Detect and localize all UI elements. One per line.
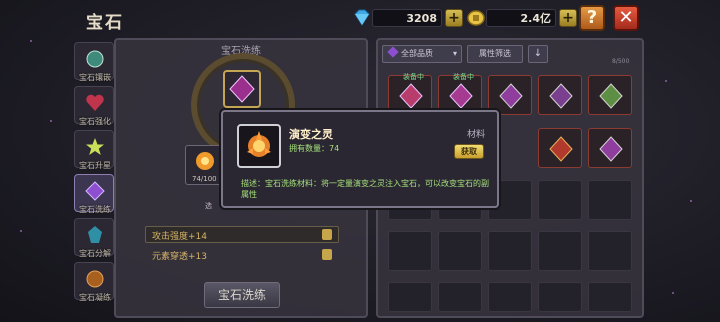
- gem-icon: [599, 83, 623, 109]
- quality-filter-label: 全部品质: [401, 49, 433, 58]
- heart-gem-icon: [84, 92, 106, 114]
- wash-button[interactable]: 宝石洗练: [204, 282, 280, 308]
- grid-item[interactable]: [488, 282, 532, 312]
- sidebar-item-decompose[interactable]: 宝石分解: [74, 218, 114, 258]
- refine-icon: [84, 268, 106, 290]
- grid-item[interactable]: [538, 75, 582, 115]
- bg-star: [50, 120, 52, 122]
- socket-icon: [84, 48, 106, 70]
- add-gold-button[interactable]: +: [559, 9, 577, 27]
- grid-item[interactable]: [588, 180, 632, 220]
- owned-count-value: 74: [329, 144, 340, 153]
- grid-item[interactable]: 装备中: [438, 73, 482, 115]
- sidebar-item-enhance[interactable]: 宝石强化: [74, 86, 114, 126]
- star-icon: [84, 136, 106, 158]
- stat-row[interactable]: 攻击强度+14: [145, 226, 339, 243]
- grid-item[interactable]: [588, 75, 632, 115]
- owned-count-label: 拥有数量：: [289, 144, 329, 153]
- chevron-down-icon: ▾: [452, 49, 457, 58]
- tooltip-item-type: 材料: [466, 130, 485, 140]
- sort-arrow-icon: ↓: [533, 48, 543, 59]
- material-slot[interactable]: 74/100: [185, 145, 225, 185]
- tooltip-description: 描述：宝石洗练材料：将一定量演变之灵注入宝石，可以改变宝石的副属性: [241, 179, 489, 199]
- close-button[interactable]: ✕: [613, 5, 639, 31]
- sort-button[interactable]: ↓: [528, 45, 548, 63]
- lock-icon[interactable]: [322, 249, 332, 260]
- get-button[interactable]: 获取: [454, 144, 484, 159]
- help-button[interactable]: ?: [579, 5, 605, 31]
- attribute-filter-button[interactable]: 属性筛选: [467, 45, 523, 63]
- stat-row[interactable]: 元素穿透+13: [145, 246, 339, 263]
- gold-currency: 2.4亿 +: [466, 8, 577, 28]
- grid-item[interactable]: [588, 282, 632, 312]
- stat-text: 攻击强度+14: [152, 232, 207, 242]
- spirit-material-icon: [196, 152, 214, 170]
- stat-text: 元素穿透+13: [152, 252, 207, 262]
- equipped-tag: 装备中: [403, 73, 424, 81]
- gem-slot[interactable]: [223, 70, 261, 108]
- lock-icon[interactable]: [322, 229, 332, 240]
- diamond-amount: 3208: [372, 9, 442, 27]
- game-screen: 宝石 3208 + 2.4亿 + ? ✕ 宝石镶嵌 宝石强化 宝石升星 宝石洗练: [0, 0, 720, 322]
- grid-item[interactable]: [388, 282, 432, 312]
- sidebar-item-label: 宝石分解: [79, 249, 111, 258]
- grid-item[interactable]: [538, 231, 582, 271]
- grid-item[interactable]: [538, 282, 582, 312]
- filter-gem-icon: [387, 46, 399, 58]
- sidebar-item-refine[interactable]: 宝石凝练: [74, 262, 114, 302]
- tooltip-item-icon: [237, 124, 281, 168]
- grid-item[interactable]: [488, 231, 532, 271]
- item-tooltip: 演变之灵 材料 拥有数量：74 获取 描述：宝石洗练材料：将一定量演变之灵注入宝…: [221, 110, 499, 208]
- question-icon: ?: [586, 7, 598, 28]
- sidebar-item-label: 宝石凝练: [79, 293, 111, 302]
- tooltip-item-name: 演变之灵: [289, 128, 333, 141]
- inventory-count: 8/500: [612, 58, 630, 65]
- sidebar-item-socket[interactable]: 宝石镶嵌: [74, 42, 114, 82]
- page-title: 宝石: [86, 13, 124, 33]
- diamond-currency: 3208 +: [352, 8, 463, 28]
- equipped-tag: 装备中: [453, 73, 474, 81]
- grid-item[interactable]: [588, 128, 632, 168]
- grid-item[interactable]: [438, 231, 482, 271]
- bg-star: [20, 230, 22, 232]
- grid-item[interactable]: [538, 128, 582, 168]
- sidebar-item-star[interactable]: 宝石升星: [74, 130, 114, 170]
- grid-item[interactable]: [388, 231, 432, 271]
- sidebar-item-label: 宝石洗练: [79, 205, 111, 214]
- gold-amount: 2.4亿: [486, 9, 556, 27]
- grid-item[interactable]: [488, 75, 532, 115]
- bg-star: [30, 40, 32, 42]
- add-diamond-button[interactable]: +: [445, 9, 463, 27]
- tooltip-owned-count: 拥有数量：74: [289, 143, 339, 154]
- material-count: 74/100: [192, 175, 217, 183]
- bg-star: [672, 292, 674, 294]
- sidebar-item-label: 宝石强化: [79, 117, 111, 126]
- sidebar-item-label: 宝石升星: [79, 161, 111, 170]
- sidebar-item-label: 宝石镶嵌: [79, 73, 111, 82]
- close-icon: ✕: [618, 7, 634, 28]
- sidebar-item-wash[interactable]: 宝石洗练: [74, 174, 114, 214]
- grid-item[interactable]: 装备中: [388, 73, 432, 115]
- select-hint: 选: [205, 202, 212, 210]
- grid-item[interactable]: [538, 180, 582, 220]
- gold-coin-icon: [466, 9, 486, 27]
- quality-filter-dropdown[interactable]: 全部品质 ▾: [382, 45, 462, 63]
- grid-item[interactable]: [588, 231, 632, 271]
- gem-icon: [549, 136, 573, 162]
- gem-icon: [599, 136, 623, 162]
- spirit-material-icon: [247, 131, 271, 157]
- decompose-icon: [84, 224, 106, 246]
- bg-star: [690, 200, 692, 202]
- bg-star: [665, 80, 667, 82]
- diamond-icon: [352, 9, 372, 27]
- wash-gem-icon: [84, 180, 106, 202]
- gem-icon: [229, 75, 255, 103]
- gem-icon: [549, 83, 573, 109]
- grid-item[interactable]: [438, 282, 482, 312]
